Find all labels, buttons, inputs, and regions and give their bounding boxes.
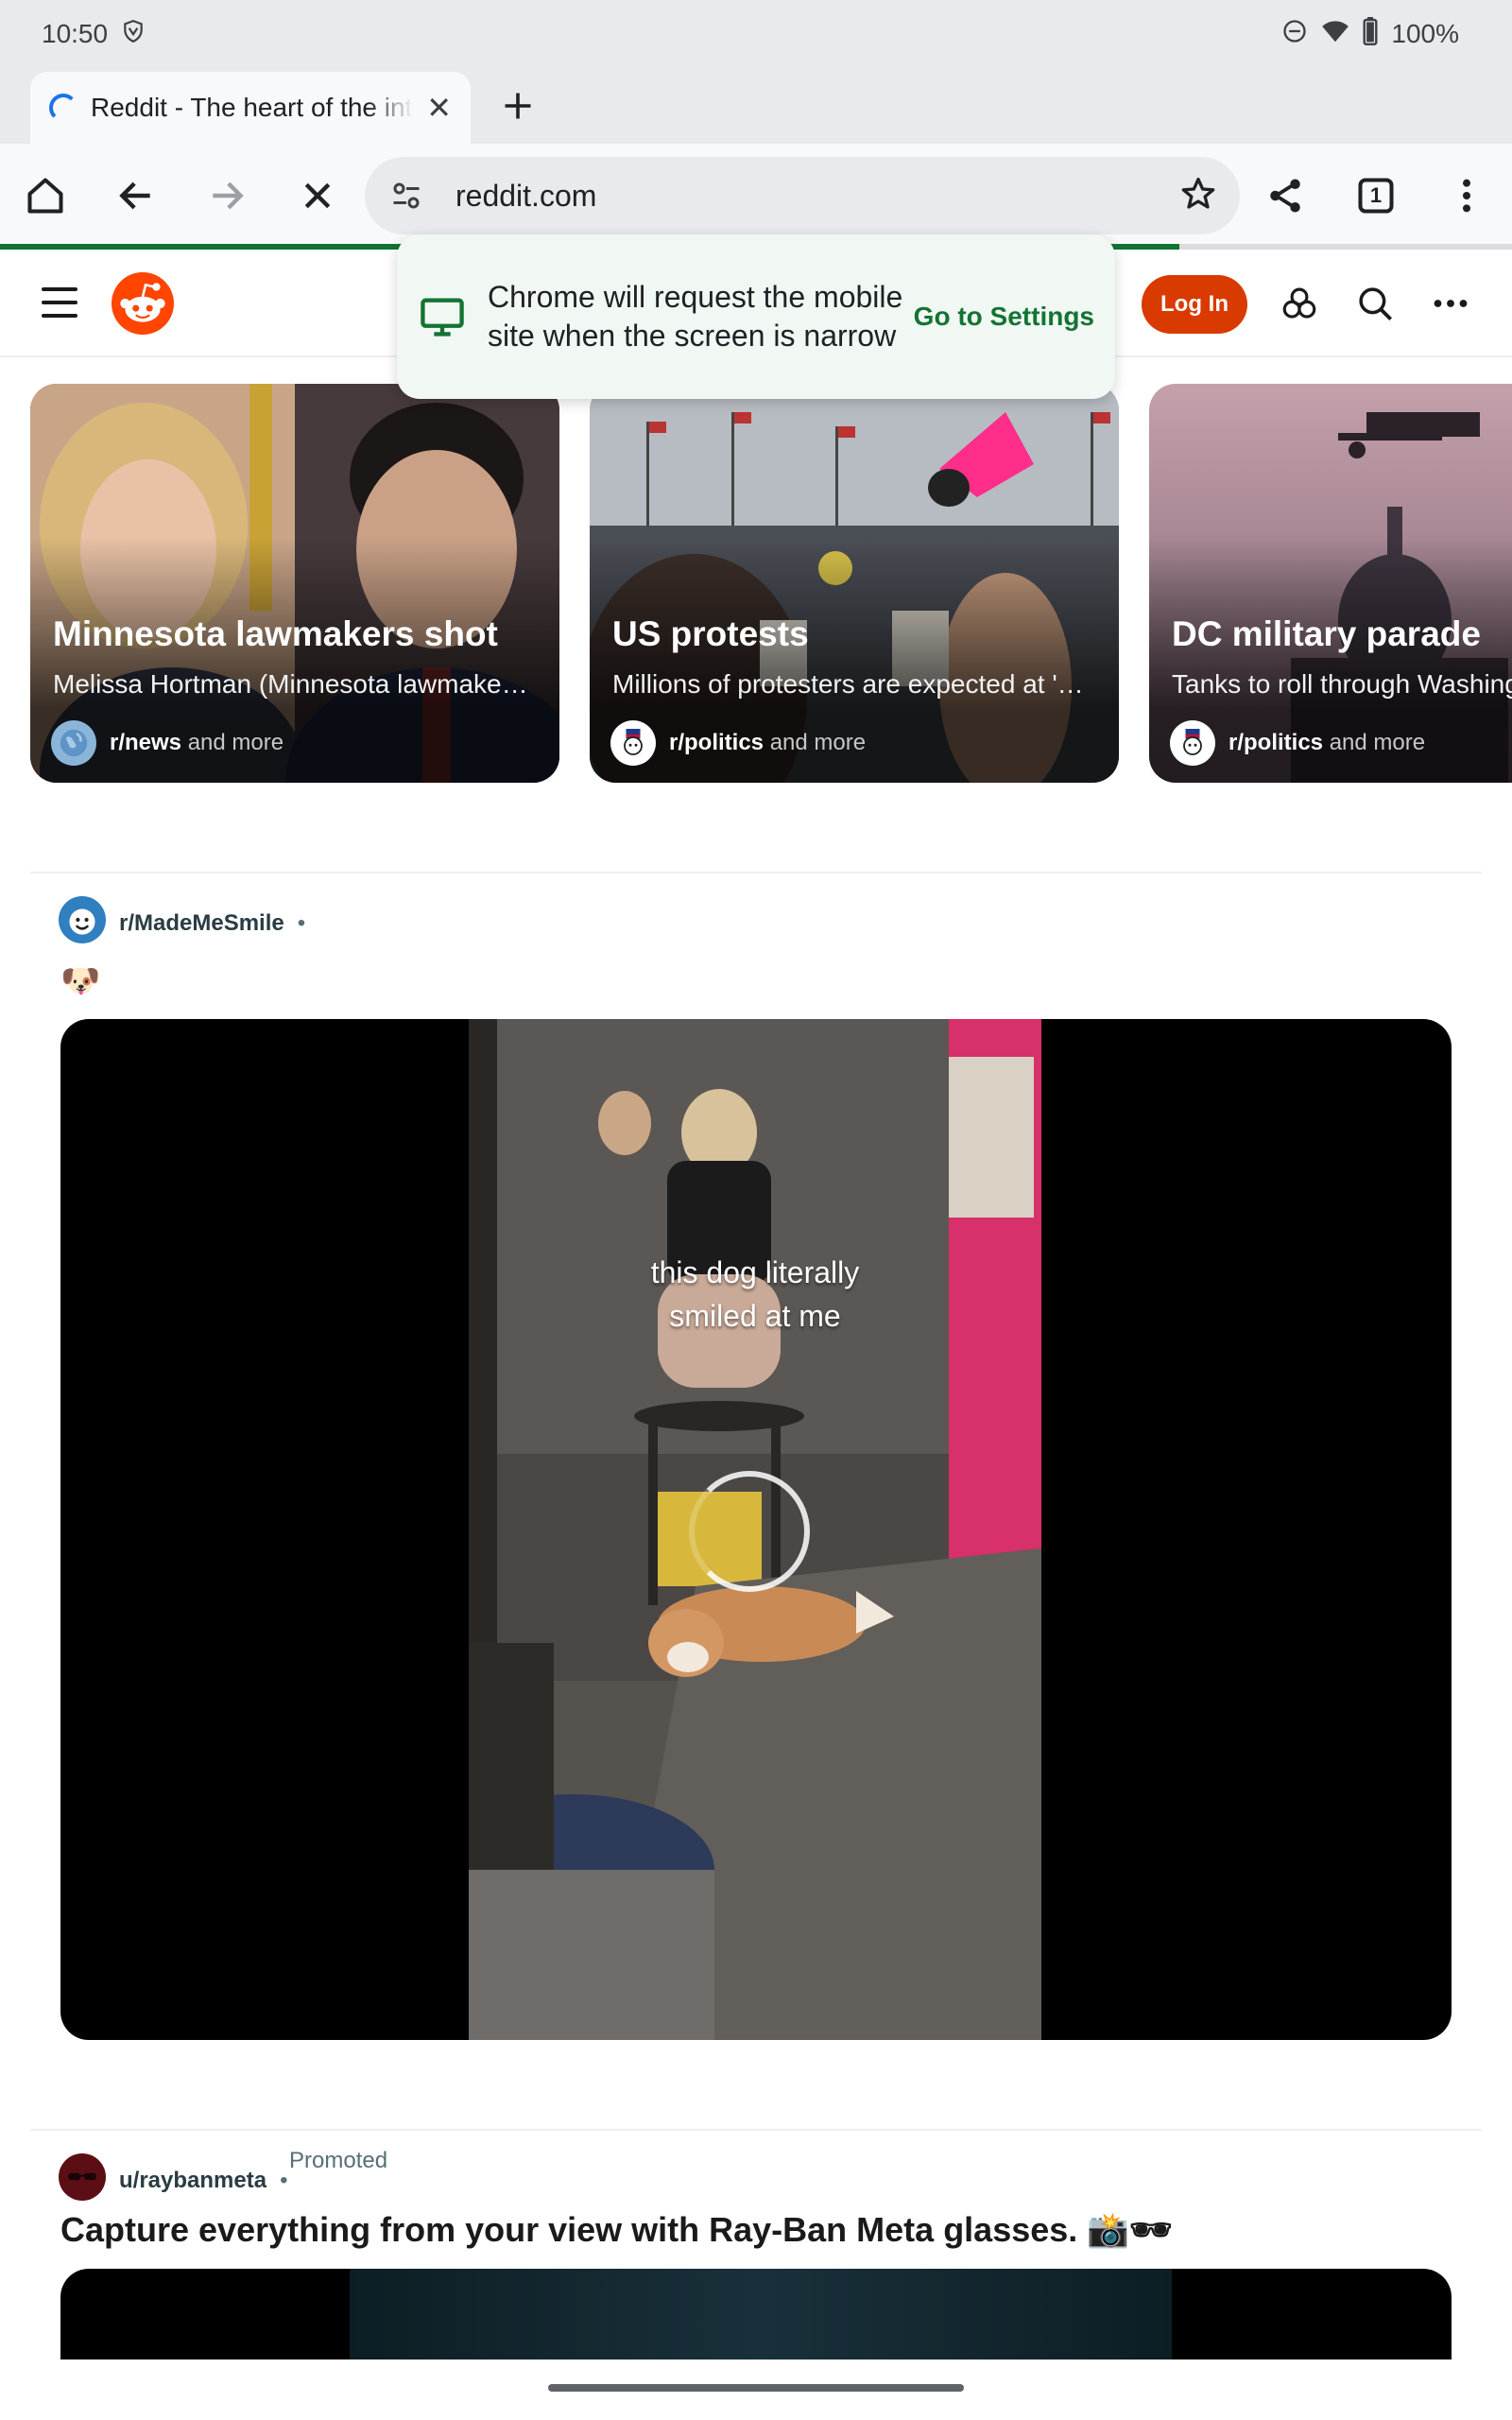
desktop-site-popup: Chrome will request the mobile site when… — [397, 234, 1115, 399]
popup-message: Chrome will request the mobile site when… — [488, 280, 903, 353]
go-to-settings-button[interactable]: Go to Settings — [914, 302, 1094, 332]
tab-count: 1 — [1369, 183, 1383, 207]
user-avatar-icon[interactable] — [59, 2153, 106, 2207]
new-tab-button[interactable] — [491, 79, 544, 132]
card-title: DC military parade — [1172, 614, 1481, 653]
trending-card[interactable]: DC military parade Tanks to roll through… — [1149, 384, 1512, 783]
card-community[interactable]: r/news — [110, 730, 181, 755]
gesture-navbar — [0, 2360, 1512, 2420]
hamburger-menu-icon[interactable] — [38, 284, 81, 321]
vpn-shield-icon — [121, 19, 146, 50]
video-caption-line-2: smiled at me — [669, 1299, 841, 1333]
meta-separator: • — [280, 2167, 288, 2193]
subreddit-link[interactable]: r/MadeMeSmile — [119, 910, 284, 937]
monitor-icon — [418, 292, 467, 341]
feed-divider — [30, 2129, 1482, 2131]
video-player[interactable]: this dog literally smiled at me — [60, 1019, 1452, 2040]
search-icon[interactable] — [1349, 278, 1400, 329]
tab-strip: Reddit - The heart of the internet ✕ — [0, 68, 1512, 144]
overflow-menu-icon[interactable] — [1425, 278, 1476, 329]
trending-card[interactable]: Minnesota lawmakers shot Melissa Hortman… — [30, 384, 559, 783]
politics-avatar-icon — [1170, 720, 1215, 766]
address-bar[interactable]: reddit.com — [365, 157, 1240, 234]
card-more: and more — [1329, 730, 1426, 755]
dnd-icon — [1281, 18, 1308, 51]
promoted-label: Promoted — [289, 2148, 388, 2173]
status-time: 10:50 — [42, 19, 109, 48]
feed-divider — [30, 872, 1482, 873]
reddit-logo-icon[interactable] — [112, 272, 174, 335]
post-meta: u/raybanmeta • — [59, 2153, 287, 2207]
card-community[interactable]: r/politics — [1228, 730, 1323, 755]
login-button[interactable]: Log In — [1142, 275, 1247, 334]
battery-percent: 100% — [1391, 19, 1459, 48]
card-title: Minnesota lawmakers shot — [53, 614, 498, 653]
user-link[interactable]: u/raybanmeta — [119, 2168, 266, 2194]
card-subtitle: Tanks to roll through Washington — [1172, 669, 1512, 699]
browser-tab[interactable]: Reddit - The heart of the internet ✕ — [30, 72, 471, 144]
url-text[interactable]: reddit.com — [455, 179, 596, 214]
home-button[interactable] — [15, 165, 76, 226]
card-subtitle: Melissa Hortman (Minnesota lawmaker… — [53, 669, 535, 699]
browser-toolbar: reddit.com 1 — [0, 144, 1512, 248]
post-meta: r/MadeMeSmile • — [59, 896, 305, 950]
globe-icon — [51, 720, 96, 766]
card-more: and more — [769, 730, 867, 755]
close-tab-icon[interactable]: ✕ — [426, 93, 452, 123]
card-subtitle: Millions of protesters are expected at '… — [612, 669, 1084, 699]
card-footer: r/news and more — [51, 720, 284, 766]
card-more: and more — [187, 730, 284, 755]
video-caption-line-1: this dog literally — [650, 1255, 860, 1289]
bookmark-star-icon[interactable] — [1179, 175, 1217, 217]
trending-card[interactable]: US protests Millions of protesters are e… — [590, 384, 1119, 783]
site-settings-icon[interactable] — [387, 177, 425, 215]
more-menu-button[interactable] — [1436, 165, 1497, 226]
tab-title: Reddit - The heart of the internet — [91, 93, 413, 122]
stop-loading-button[interactable] — [287, 165, 348, 226]
share-button[interactable] — [1255, 165, 1315, 226]
tab-switcher-button[interactable]: 1 — [1346, 165, 1406, 226]
video-loading-icon — [689, 1471, 810, 1592]
card-community[interactable]: r/politics — [669, 730, 764, 755]
ad-media[interactable] — [60, 2269, 1452, 2360]
status-bar: 10:50 100% — [0, 0, 1512, 68]
forward-button[interactable] — [197, 165, 257, 226]
post-title[interactable]: Capture everything from your view with R… — [60, 2210, 1173, 2250]
video-frame: this dog literally smiled at me — [469, 1019, 1041, 2040]
back-button[interactable] — [106, 165, 166, 226]
card-footer: r/politics and more — [1170, 720, 1425, 766]
trending-carousel[interactable]: Minnesota lawmakers shot Melissa Hortman… — [0, 384, 1512, 783]
card-title: US protests — [612, 614, 809, 653]
meta-separator: • — [297, 909, 306, 936]
communities-icon[interactable] — [1274, 278, 1325, 329]
card-footer: r/politics and more — [610, 720, 866, 766]
wifi-icon — [1321, 18, 1349, 51]
loading-spinner-icon — [49, 94, 77, 122]
home-gesture-handle[interactable] — [548, 2384, 964, 2392]
politics-avatar-icon — [610, 720, 656, 766]
subreddit-avatar-icon[interactable] — [59, 896, 106, 950]
post-flair-emoji: 🐶 — [60, 963, 101, 999]
battery-icon — [1363, 16, 1378, 52]
